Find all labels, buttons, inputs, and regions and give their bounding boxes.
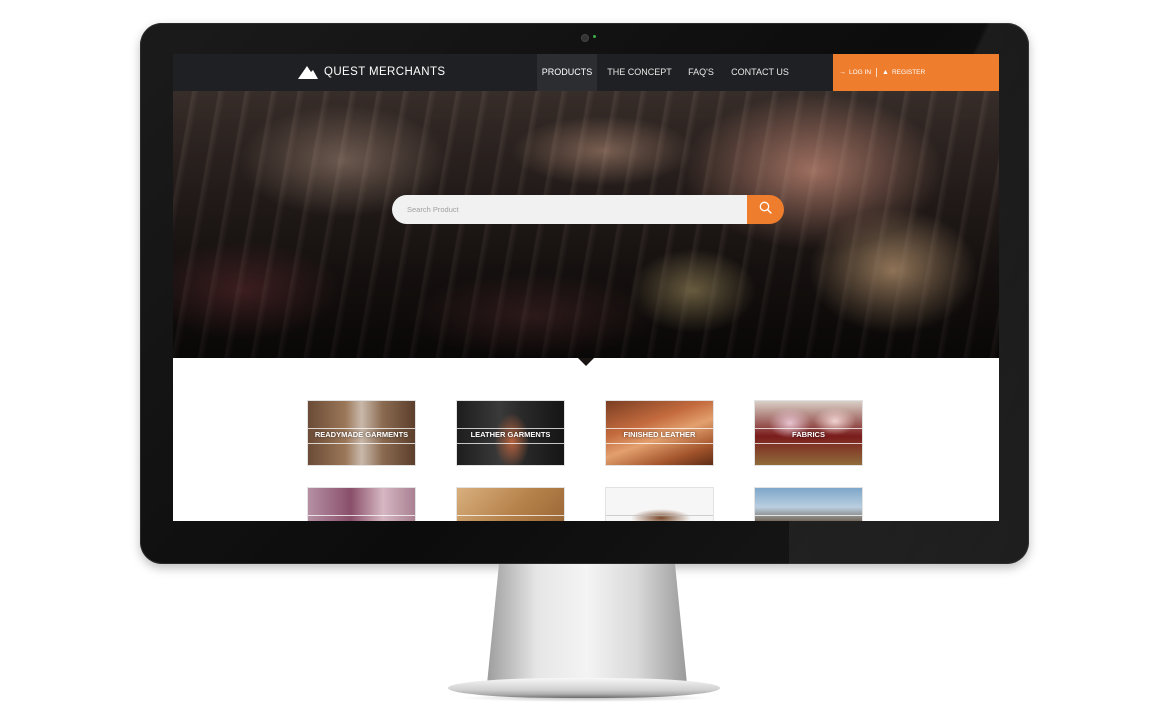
- tile-rule-top: [606, 428, 713, 429]
- register-label: REGISTER: [891, 69, 926, 76]
- login-label: LOG IN: [849, 69, 872, 76]
- product-tile-7[interactable]: [605, 487, 714, 521]
- mountain-logo-icon: [298, 64, 318, 79]
- tile-rule-top: [457, 428, 564, 429]
- nav-products[interactable]: PRODUCTS: [537, 54, 597, 91]
- stand-shadow: [460, 694, 710, 702]
- auth-bar: → LOG IN ▲ REGISTER: [833, 54, 999, 91]
- nav-faqs[interactable]: FAQ'S: [681, 54, 721, 91]
- tile-image: [606, 488, 713, 521]
- nav-contact-us[interactable]: CONTACT US: [726, 54, 794, 91]
- product-tile-6[interactable]: [456, 487, 565, 521]
- tile-image: [755, 488, 862, 521]
- tile-rule-top: [457, 515, 564, 516]
- tile-label: FABRICS: [792, 430, 825, 439]
- product-tile-fabrics[interactable]: FABRICS: [754, 400, 863, 466]
- product-tile-leather-garments[interactable]: LEATHER GARMENTS: [456, 400, 565, 466]
- brand-name: QUEST MERCHANTS: [324, 65, 446, 78]
- tile-label: READYMADE GARMENTS: [314, 430, 409, 439]
- search-button[interactable]: [747, 195, 784, 224]
- search-input[interactable]: [392, 195, 748, 224]
- tile-rule-top: [606, 515, 713, 516]
- product-tile-finished-leather[interactable]: FINISHED LEATHER: [605, 400, 714, 466]
- product-tile-8[interactable]: [754, 487, 863, 521]
- monitor-stand: [487, 564, 687, 684]
- product-tile-5[interactable]: [307, 487, 416, 521]
- tile-image: [308, 488, 415, 521]
- tile-rule-top: [755, 515, 862, 516]
- tile-rule-top: [308, 515, 415, 516]
- sign-in-icon: →: [839, 69, 846, 76]
- tile-label: LEATHER GARMENTS: [470, 430, 551, 439]
- product-tile-readymade-garments[interactable]: READYMADE GARMENTS: [307, 400, 416, 466]
- webcam-led-icon: [593, 35, 596, 38]
- auth-divider: [876, 68, 878, 77]
- tile-rule-top: [308, 428, 415, 429]
- tile-rule-top: [755, 428, 862, 429]
- tile-rule-bottom: [755, 443, 862, 444]
- tile-rule-bottom: [457, 443, 564, 444]
- product-search: [392, 195, 784, 224]
- login-link[interactable]: → LOG IN: [839, 69, 871, 76]
- webcam-icon: [581, 34, 589, 42]
- hero-overlay: [173, 91, 999, 358]
- user-icon: ▲: [882, 69, 889, 76]
- navbar: QUEST MERCHANTS PRODUCTS THE CONCEPT FAQ…: [173, 54, 999, 91]
- tile-label: FINISHED LEATHER: [623, 430, 696, 439]
- tile-rule-bottom: [606, 443, 713, 444]
- hero-pointer-arrow: [578, 358, 594, 366]
- tile-image: [457, 488, 564, 521]
- search-icon: [759, 201, 772, 219]
- tile-rule-bottom: [308, 443, 415, 444]
- hero-banner: [173, 91, 999, 358]
- site-logo[interactable]: QUEST MERCHANTS: [298, 64, 445, 79]
- register-link[interactable]: ▲ REGISTER: [882, 69, 925, 76]
- website-screen: QUEST MERCHANTS PRODUCTS THE CONCEPT FAQ…: [173, 54, 999, 521]
- nav-the-concept[interactable]: THE CONCEPT: [602, 54, 677, 91]
